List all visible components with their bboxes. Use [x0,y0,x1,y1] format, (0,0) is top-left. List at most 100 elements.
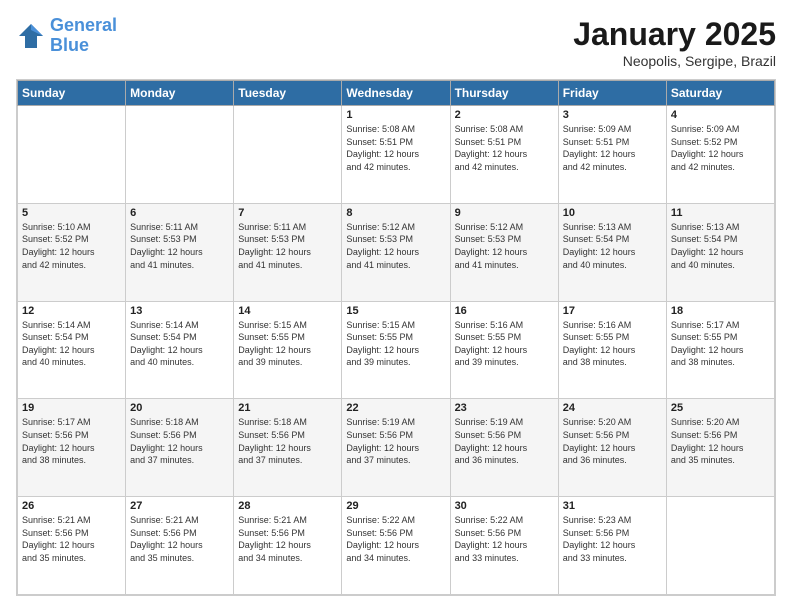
day-number: 21 [238,402,337,414]
calendar-week-1: 1 Sunrise: 5:08 AM Sunset: 5:51 PM Daylig… [18,106,775,204]
calendar-cell: 5Sunrise: 5:10 AM Sunset: 5:52 PM Daylig… [18,203,126,301]
day-info: Sunrise: 5:08 AM Sunset: 5:51 PM Dayligh… [346,123,445,173]
day-number: 9 [455,207,554,219]
day-number: 14 [238,305,337,317]
day-info: Sunrise: 5:12 AM Sunset: 5:53 PM Dayligh… [346,221,445,271]
day-info: Sunrise: 5:13 AM Sunset: 5:54 PM Dayligh… [671,221,770,271]
logo: General Blue [16,16,117,56]
calendar-cell: 12 Sunrise: 5:14 AM Sunset: 5:54 PM Dayli… [18,301,126,399]
calendar-cell: 3 Sunrise: 5:09 AM Sunset: 5:51 PM Daylig… [558,106,666,204]
day-number: 5 [22,207,121,219]
day-number: 15 [346,305,445,317]
month-title: January 2025 [573,16,776,53]
calendar-cell: 26Sunrise: 5:21 AM Sunset: 5:56 PM Dayli… [18,497,126,595]
day-info: Sunrise: 5:21 AM Sunset: 5:56 PM Dayligh… [238,514,337,564]
day-info: Sunrise: 5:16 AM Sunset: 5:55 PM Dayligh… [455,319,554,369]
calendar-cell: 29 Sunrise: 5:22 AM Sunset: 5:56 PM Dayli… [342,497,450,595]
calendar-cell: 27Sunrise: 5:21 AM Sunset: 5:56 PM Dayli… [126,497,234,595]
day-info: Sunrise: 5:18 AM Sunset: 5:56 PM Dayligh… [130,416,229,466]
calendar-cell: 4 Sunrise: 5:09 AM Sunset: 5:52 PM Daylig… [666,106,774,204]
calendar-week-5: 26 Sunrise: 5:21 AM Sunset: 5:56 PM Dayli… [18,497,775,595]
logo-general: General [50,15,117,35]
day-number: 26 [22,500,121,512]
day-info: Sunrise: 5:13 AM Sunset: 5:54 PM Dayligh… [563,221,662,271]
day-number: 3 [563,109,662,121]
calendar-cell: 8 Sunrise: 5:12 AM Sunset: 5:53 PM Daylig… [342,203,450,301]
calendar-cell: 9Sunrise: 5:12 AM Sunset: 5:53 PM Daylig… [450,203,558,301]
day-info: Sunrise: 5:11 AM Sunset: 5:53 PM Dayligh… [238,221,337,271]
day-number: 1 [346,109,445,121]
calendar-cell: 11 Sunrise: 5:13 AM Sunset: 5:54 PM Dayli… [666,203,774,301]
day-info: Sunrise: 5:14 AM Sunset: 5:54 PM Dayligh… [130,319,229,369]
day-number: 31 [563,500,662,512]
title-section: January 2025 Neopolis, Sergipe, Brazil [573,16,776,69]
calendar-cell: 14 Sunrise: 5:15 AM Sunset: 5:55 PM Dayli… [234,301,342,399]
day-number: 12 [22,305,121,317]
day-number: 10 [563,207,662,219]
day-info: Sunrise: 5:23 AM Sunset: 5:56 PM Dayligh… [563,514,662,564]
logo-icon [16,21,46,51]
calendar-week-2: 5Sunrise: 5:10 AM Sunset: 5:52 PM Daylig… [18,203,775,301]
day-info: Sunrise: 5:16 AM Sunset: 5:55 PM Dayligh… [563,319,662,369]
calendar-cell: 28 Sunrise: 5:21 AM Sunset: 5:56 PM Dayli… [234,497,342,595]
calendar-cell: 19Sunrise: 5:17 AM Sunset: 5:56 PM Dayli… [18,399,126,497]
calendar-cell: 17 Sunrise: 5:16 AM Sunset: 5:55 PM Dayli… [558,301,666,399]
logo-text: General Blue [50,16,117,56]
calendar-cell [666,497,774,595]
calendar: Sunday Monday Tuesday Wednesday Thursday… [16,79,776,596]
header-wednesday: Wednesday [342,81,450,106]
calendar-cell: 20 Sunrise: 5:18 AM Sunset: 5:56 PM Dayli… [126,399,234,497]
day-number: 25 [671,402,770,414]
calendar-cell: 18Sunrise: 5:17 AM Sunset: 5:55 PM Dayli… [666,301,774,399]
day-info: Sunrise: 5:15 AM Sunset: 5:55 PM Dayligh… [346,319,445,369]
day-info: Sunrise: 5:11 AM Sunset: 5:53 PM Dayligh… [130,221,229,271]
day-number: 20 [130,402,229,414]
calendar-week-3: 12 Sunrise: 5:14 AM Sunset: 5:54 PM Dayli… [18,301,775,399]
day-info: Sunrise: 5:20 AM Sunset: 5:56 PM Dayligh… [671,416,770,466]
day-number: 28 [238,500,337,512]
day-number: 22 [346,402,445,414]
calendar-cell: 2Sunrise: 5:08 AM Sunset: 5:51 PM Daylig… [450,106,558,204]
day-info: Sunrise: 5:15 AM Sunset: 5:55 PM Dayligh… [238,319,337,369]
location: Neopolis, Sergipe, Brazil [573,53,776,69]
day-number: 8 [346,207,445,219]
calendar-cell: 15 Sunrise: 5:15 AM Sunset: 5:55 PM Dayli… [342,301,450,399]
day-info: Sunrise: 5:08 AM Sunset: 5:51 PM Dayligh… [455,123,554,173]
calendar-cell: 10 Sunrise: 5:13 AM Sunset: 5:54 PM Dayli… [558,203,666,301]
header-tuesday: Tuesday [234,81,342,106]
day-number: 7 [238,207,337,219]
day-info: Sunrise: 5:09 AM Sunset: 5:52 PM Dayligh… [671,123,770,173]
calendar-cell: 31 Sunrise: 5:23 AM Sunset: 5:56 PM Dayli… [558,497,666,595]
day-number: 30 [455,500,554,512]
calendar-cell: 1 Sunrise: 5:08 AM Sunset: 5:51 PM Daylig… [342,106,450,204]
page: General Blue January 2025 Neopolis, Serg… [0,0,792,612]
calendar-cell [234,106,342,204]
day-number: 6 [130,207,229,219]
calendar-cell: 6 Sunrise: 5:11 AM Sunset: 5:53 PM Daylig… [126,203,234,301]
calendar-cell [126,106,234,204]
day-info: Sunrise: 5:21 AM Sunset: 5:56 PM Dayligh… [130,514,229,564]
day-number: 11 [671,207,770,219]
day-info: Sunrise: 5:09 AM Sunset: 5:51 PM Dayligh… [563,123,662,173]
day-number: 17 [563,305,662,317]
day-number: 19 [22,402,121,414]
calendar-cell: 21Sunrise: 5:18 AM Sunset: 5:56 PM Dayli… [234,399,342,497]
calendar-cell: 7 Sunrise: 5:11 AM Sunset: 5:53 PM Daylig… [234,203,342,301]
header-sunday: Sunday [18,81,126,106]
day-info: Sunrise: 5:22 AM Sunset: 5:56 PM Dayligh… [346,514,445,564]
day-number: 4 [671,109,770,121]
calendar-cell: 16Sunrise: 5:16 AM Sunset: 5:55 PM Dayli… [450,301,558,399]
header-thursday: Thursday [450,81,558,106]
day-info: Sunrise: 5:22 AM Sunset: 5:56 PM Dayligh… [455,514,554,564]
day-number: 29 [346,500,445,512]
header-monday: Monday [126,81,234,106]
calendar-cell: 23 Sunrise: 5:19 AM Sunset: 5:56 PM Dayli… [450,399,558,497]
day-number: 23 [455,402,554,414]
calendar-cell: 24Sunrise: 5:20 AM Sunset: 5:56 PM Dayli… [558,399,666,497]
header: General Blue January 2025 Neopolis, Serg… [16,16,776,69]
calendar-header-row: Sunday Monday Tuesday Wednesday Thursday… [18,81,775,106]
header-saturday: Saturday [666,81,774,106]
day-info: Sunrise: 5:14 AM Sunset: 5:54 PM Dayligh… [22,319,121,369]
day-info: Sunrise: 5:19 AM Sunset: 5:56 PM Dayligh… [346,416,445,466]
day-info: Sunrise: 5:19 AM Sunset: 5:56 PM Dayligh… [455,416,554,466]
